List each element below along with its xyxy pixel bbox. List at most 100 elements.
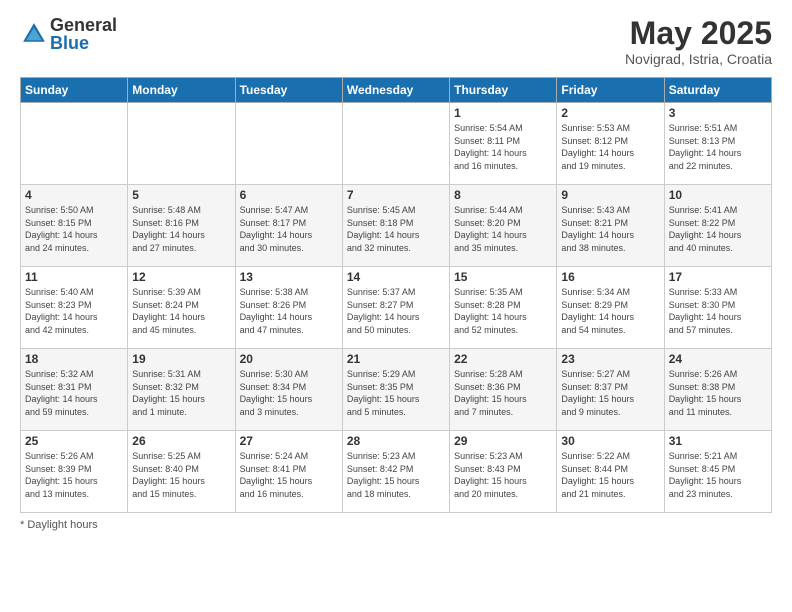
logo: General Blue — [20, 16, 117, 52]
day-info: Sunrise: 5:28 AM Sunset: 8:36 PM Dayligh… — [454, 368, 552, 418]
calendar-cell: 24 Sunrise: 5:26 AM Sunset: 8:38 PM Dayli… — [664, 349, 771, 431]
calendar-cell — [342, 103, 449, 185]
calendar-cell: 6 Sunrise: 5:47 AM Sunset: 8:17 PM Daylig… — [235, 185, 342, 267]
header: General Blue May 2025 Novigrad, Istria, … — [20, 16, 772, 67]
calendar-row-5: 25 Sunrise: 5:26 AM Sunset: 8:39 PM Dayli… — [21, 431, 772, 513]
calendar-cell: 27 Sunrise: 5:24 AM Sunset: 8:41 PM Dayli… — [235, 431, 342, 513]
day-number: 23 — [561, 352, 659, 366]
day-info: Sunrise: 5:47 AM Sunset: 8:17 PM Dayligh… — [240, 204, 338, 254]
header-monday: Monday — [128, 78, 235, 103]
day-info: Sunrise: 5:21 AM Sunset: 8:45 PM Dayligh… — [669, 450, 767, 500]
calendar-cell: 13 Sunrise: 5:38 AM Sunset: 8:26 PM Dayli… — [235, 267, 342, 349]
logo-text: General Blue — [50, 16, 117, 52]
day-number: 13 — [240, 270, 338, 284]
day-number: 28 — [347, 434, 445, 448]
calendar-cell: 1 Sunrise: 5:54 AM Sunset: 8:11 PM Daylig… — [450, 103, 557, 185]
day-number: 12 — [132, 270, 230, 284]
calendar-cell: 3 Sunrise: 5:51 AM Sunset: 8:13 PM Daylig… — [664, 103, 771, 185]
calendar-row-2: 4 Sunrise: 5:50 AM Sunset: 8:15 PM Daylig… — [21, 185, 772, 267]
day-info: Sunrise: 5:54 AM Sunset: 8:11 PM Dayligh… — [454, 122, 552, 172]
day-info: Sunrise: 5:32 AM Sunset: 8:31 PM Dayligh… — [25, 368, 123, 418]
calendar-cell: 4 Sunrise: 5:50 AM Sunset: 8:15 PM Daylig… — [21, 185, 128, 267]
calendar-cell: 17 Sunrise: 5:33 AM Sunset: 8:30 PM Dayli… — [664, 267, 771, 349]
calendar-cell: 29 Sunrise: 5:23 AM Sunset: 8:43 PM Dayli… — [450, 431, 557, 513]
day-info: Sunrise: 5:44 AM Sunset: 8:20 PM Dayligh… — [454, 204, 552, 254]
calendar-cell: 20Sunrise: 5:30 AM Sunset: 8:34 PM Dayli… — [235, 349, 342, 431]
day-info: Sunrise: 5:51 AM Sunset: 8:13 PM Dayligh… — [669, 122, 767, 172]
day-number: 7 — [347, 188, 445, 202]
calendar-cell: 22 Sunrise: 5:28 AM Sunset: 8:36 PM Dayli… — [450, 349, 557, 431]
day-number: 2 — [561, 106, 659, 120]
day-number: 3 — [669, 106, 767, 120]
day-info: Sunrise: 5:43 AM Sunset: 8:21 PM Dayligh… — [561, 204, 659, 254]
day-info: Sunrise: 5:22 AM Sunset: 8:44 PM Dayligh… — [561, 450, 659, 500]
day-info: Sunrise: 5:33 AM Sunset: 8:30 PM Dayligh… — [669, 286, 767, 336]
calendar-cell: 7 Sunrise: 5:45 AM Sunset: 8:18 PM Daylig… — [342, 185, 449, 267]
calendar-row-3: 11 Sunrise: 5:40 AM Sunset: 8:23 PM Dayli… — [21, 267, 772, 349]
header-sunday: Sunday — [21, 78, 128, 103]
day-info: Sunrise: 5:53 AM Sunset: 8:12 PM Dayligh… — [561, 122, 659, 172]
footer-note-text: Daylight hours — [27, 519, 97, 531]
calendar-cell — [21, 103, 128, 185]
calendar-cell: 31 Sunrise: 5:21 AM Sunset: 8:45 PM Dayli… — [664, 431, 771, 513]
day-number: 15 — [454, 270, 552, 284]
calendar-cell: 19Sunrise: 5:31 AM Sunset: 8:32 PM Dayli… — [128, 349, 235, 431]
day-number: 4 — [25, 188, 123, 202]
calendar-cell: 11 Sunrise: 5:40 AM Sunset: 8:23 PM Dayli… — [21, 267, 128, 349]
logo-general-text: General — [50, 16, 117, 34]
calendar-cell — [128, 103, 235, 185]
day-info: Sunrise: 5:24 AM Sunset: 8:41 PM Dayligh… — [240, 450, 338, 500]
calendar-cell: 26Sunrise: 5:25 AM Sunset: 8:40 PM Dayli… — [128, 431, 235, 513]
day-info: Sunrise: 5:26 AM Sunset: 8:39 PM Dayligh… — [25, 450, 123, 500]
weekday-header-row: Sunday Monday Tuesday Wednesday Thursday… — [21, 78, 772, 103]
day-info: Sunrise: 5:27 AM Sunset: 8:37 PM Dayligh… — [561, 368, 659, 418]
day-number: 19 — [132, 352, 230, 366]
calendar-cell: 18Sunrise: 5:32 AM Sunset: 8:31 PM Dayli… — [21, 349, 128, 431]
day-number: 1 — [454, 106, 552, 120]
calendar-cell: 10Sunrise: 5:41 AM Sunset: 8:22 PM Dayli… — [664, 185, 771, 267]
day-number: 27 — [240, 434, 338, 448]
day-number: 11 — [25, 270, 123, 284]
day-number: 26 — [132, 434, 230, 448]
day-info: Sunrise: 5:35 AM Sunset: 8:28 PM Dayligh… — [454, 286, 552, 336]
day-number: 17 — [669, 270, 767, 284]
calendar-cell: 14 Sunrise: 5:37 AM Sunset: 8:27 PM Dayli… — [342, 267, 449, 349]
day-number: 6 — [240, 188, 338, 202]
calendar-cell: 30Sunrise: 5:22 AM Sunset: 8:44 PM Dayli… — [557, 431, 664, 513]
day-info: Sunrise: 5:34 AM Sunset: 8:29 PM Dayligh… — [561, 286, 659, 336]
header-thursday: Thursday — [450, 78, 557, 103]
calendar-table: Sunday Monday Tuesday Wednesday Thursday… — [20, 77, 772, 513]
day-number: 5 — [132, 188, 230, 202]
day-number: 20 — [240, 352, 338, 366]
calendar-cell: 12 Sunrise: 5:39 AM Sunset: 8:24 PM Dayli… — [128, 267, 235, 349]
calendar-row-4: 18Sunrise: 5:32 AM Sunset: 8:31 PM Dayli… — [21, 349, 772, 431]
month-title: May 2025 — [625, 16, 772, 51]
calendar-cell: 16Sunrise: 5:34 AM Sunset: 8:29 PM Dayli… — [557, 267, 664, 349]
day-info: Sunrise: 5:50 AM Sunset: 8:15 PM Dayligh… — [25, 204, 123, 254]
day-number: 21 — [347, 352, 445, 366]
calendar-cell: 9 Sunrise: 5:43 AM Sunset: 8:21 PM Daylig… — [557, 185, 664, 267]
location-title: Novigrad, Istria, Croatia — [625, 51, 772, 67]
day-number: 22 — [454, 352, 552, 366]
day-info: Sunrise: 5:39 AM Sunset: 8:24 PM Dayligh… — [132, 286, 230, 336]
day-info: Sunrise: 5:40 AM Sunset: 8:23 PM Dayligh… — [25, 286, 123, 336]
calendar-cell: 5Sunrise: 5:48 AM Sunset: 8:16 PM Daylig… — [128, 185, 235, 267]
logo-icon — [20, 20, 48, 48]
header-saturday: Saturday — [664, 78, 771, 103]
day-number: 29 — [454, 434, 552, 448]
day-number: 25 — [25, 434, 123, 448]
day-number: 31 — [669, 434, 767, 448]
day-info: Sunrise: 5:37 AM Sunset: 8:27 PM Dayligh… — [347, 286, 445, 336]
logo-blue-text: Blue — [50, 34, 117, 52]
day-number: 24 — [669, 352, 767, 366]
day-number: 9 — [561, 188, 659, 202]
calendar-cell: 15 Sunrise: 5:35 AM Sunset: 8:28 PM Dayli… — [450, 267, 557, 349]
day-info: Sunrise: 5:29 AM Sunset: 8:35 PM Dayligh… — [347, 368, 445, 418]
day-number: 14 — [347, 270, 445, 284]
page: General Blue May 2025 Novigrad, Istria, … — [0, 0, 792, 612]
day-info: Sunrise: 5:45 AM Sunset: 8:18 PM Dayligh… — [347, 204, 445, 254]
day-info: Sunrise: 5:26 AM Sunset: 8:38 PM Dayligh… — [669, 368, 767, 418]
day-info: Sunrise: 5:38 AM Sunset: 8:26 PM Dayligh… — [240, 286, 338, 336]
header-friday: Friday — [557, 78, 664, 103]
day-info: Sunrise: 5:23 AM Sunset: 8:43 PM Dayligh… — [454, 450, 552, 500]
